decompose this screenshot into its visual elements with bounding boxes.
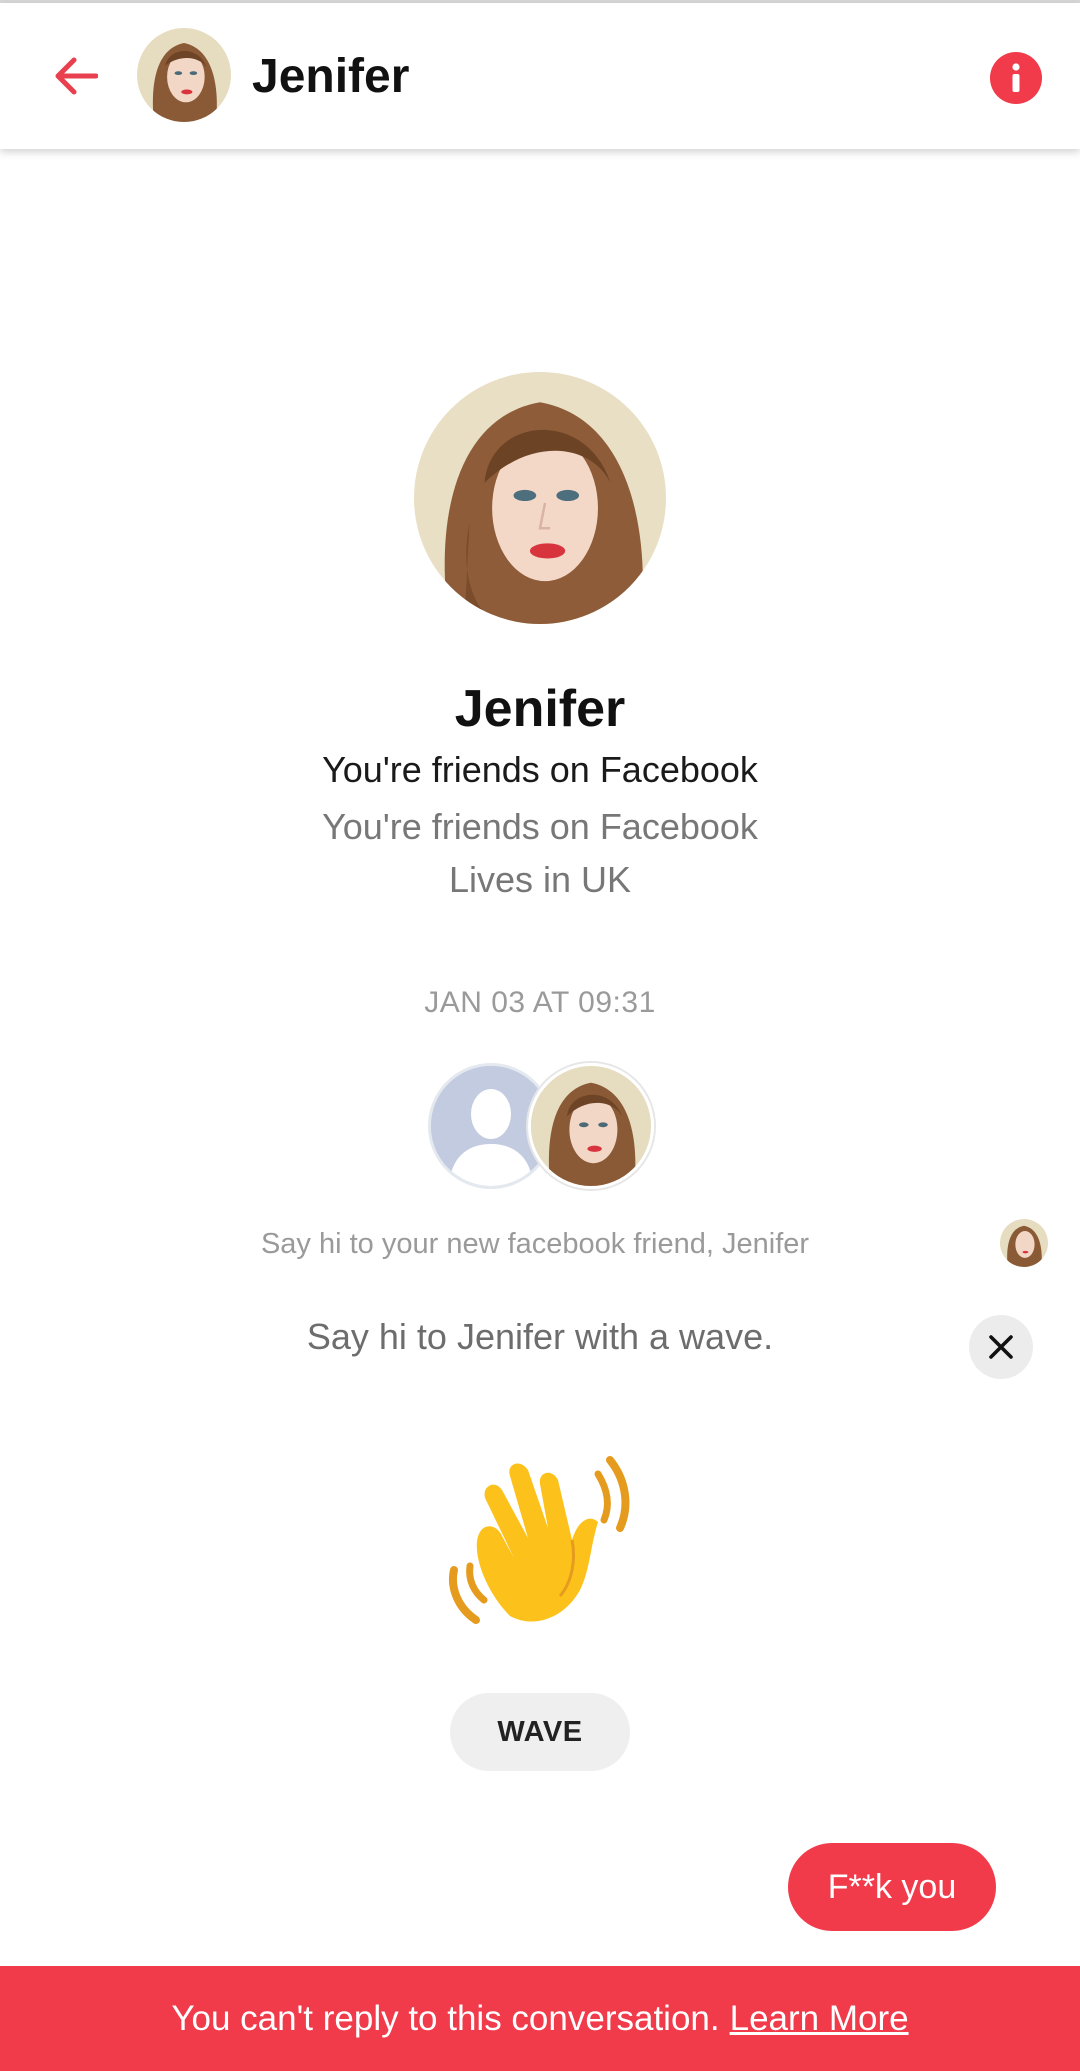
connection-avatars — [428, 1063, 654, 1189]
profile-name: Jenifer — [454, 680, 626, 738]
arrow-left-icon — [55, 57, 98, 95]
profile-avatar[interactable] — [414, 372, 666, 624]
profile-friend-status-secondary: You're friends on Facebook — [322, 806, 758, 847]
learn-more-link[interactable]: Learn More — [730, 1999, 909, 2039]
friend-avatar — [528, 1063, 654, 1189]
wave-prompt-text: Say hi to Jenifer with a wave. — [306, 1316, 774, 1357]
profile-friend-status: You're friends on Facebook — [322, 749, 758, 790]
avatar-photo — [1000, 1219, 1048, 1267]
reply-disabled-banner: You can't reply to this conversation. Le… — [0, 1966, 1080, 2071]
sent-message-bubble[interactable]: F**k you — [788, 1843, 996, 1931]
info-button[interactable] — [990, 52, 1042, 104]
wave-button[interactable]: WAVE — [450, 1693, 630, 1771]
avatar-photo — [531, 1066, 651, 1186]
avatar-photo — [414, 372, 666, 624]
close-icon — [989, 1335, 1013, 1359]
reply-disabled-text: You can't reply to this conversation. — [171, 1998, 720, 2038]
info-icon — [1012, 63, 1020, 92]
contact-name[interactable]: Jenifer — [252, 47, 409, 107]
message-timestamp: JAN 03 AT 09:31 — [424, 986, 656, 1019]
back-button[interactable] — [40, 41, 110, 111]
system-message: Say hi to your new facebook friend, Jeni… — [260, 1228, 810, 1260]
conversation-header: Jenifer — [0, 3, 1080, 149]
avatar-photo — [137, 28, 231, 122]
waving-hand-icon — [440, 1440, 640, 1630]
dismiss-wave-button[interactable] — [969, 1315, 1033, 1379]
contact-avatar[interactable] — [137, 28, 231, 122]
profile-location: Lives in UK — [448, 859, 632, 900]
sender-avatar — [1000, 1219, 1048, 1267]
